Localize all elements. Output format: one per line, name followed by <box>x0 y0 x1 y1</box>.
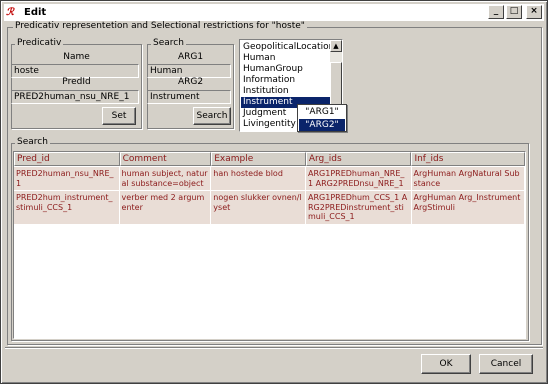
arg1-label: ARG1 <box>177 52 204 62</box>
popup-item-arg2[interactable]: "ARG2" <box>299 119 345 131</box>
app-icon: ℛ <box>6 6 14 18</box>
column-header[interactable]: Comment <box>119 152 212 166</box>
set-button[interactable]: Set <box>102 107 136 125</box>
minimize-button[interactable]: _ <box>488 5 504 19</box>
table-cell: human subject, natural substance=object <box>119 167 211 190</box>
ok-button[interactable]: OK <box>421 354 471 374</box>
cancel-button[interactable]: Cancel <box>479 354 533 374</box>
list-item[interactable]: Institution <box>241 86 331 97</box>
edit-window: ℛ Edit _ □ × Predicativ representetion a… <box>0 0 548 384</box>
maximize-button[interactable]: □ <box>506 5 522 19</box>
arg1-field[interactable]: Human <box>147 64 231 78</box>
close-button[interactable]: × <box>526 5 542 19</box>
scroll-up-icon[interactable]: ▲ <box>330 40 342 52</box>
search-legend: Search <box>151 38 186 48</box>
arg2-field[interactable]: Instrument <box>147 90 231 104</box>
footer-divider <box>5 347 543 349</box>
column-header[interactable]: Inf_ids <box>411 152 525 166</box>
list-item[interactable]: GeopoliticalLocation <box>241 42 334 53</box>
table-cell: nogen slukker ovnen/lyset <box>211 191 305 224</box>
table-cell: ARG1PREDhuman_NRE_1 ARG2PREDnsu_NRE_1 <box>306 167 411 190</box>
predid-label: PredId <box>62 77 91 87</box>
table-cell: PRED2human_nsu_NRE_1 <box>14 167 119 190</box>
name-field[interactable]: hoste <box>11 64 139 78</box>
arg2-label: ARG2 <box>177 77 204 87</box>
arg-popup-menu: "ARG1" "ARG2" <box>297 104 347 132</box>
results-table: Pred_id Comment Example Arg_ids Inf_ids PRED… <box>13 151 526 339</box>
table-cell: han hostede blod <box>211 167 305 190</box>
table-row[interactable]: PRED2hum_instrument_stimuli_CCS_1 verber … <box>14 191 525 224</box>
column-header[interactable]: Arg_ids <box>305 152 412 166</box>
table-cell: verber med 2 argumenter <box>119 191 211 224</box>
predicativ-legend: Predicativ <box>15 38 64 48</box>
search-button[interactable]: Search <box>193 107 231 125</box>
table-cell: PRED2hum_instrument_stimuli_CCS_1 <box>14 191 119 224</box>
name-label: Name <box>63 52 90 62</box>
window-title: Edit <box>24 7 47 18</box>
table-cell: ArgHuman Arg_Instrument ArgStimuli <box>411 191 524 224</box>
column-header[interactable]: Pred_id <box>14 152 120 166</box>
column-header[interactable]: Example <box>211 152 306 166</box>
table-row[interactable]: PRED2human_nsu_NRE_1 human subject, natur… <box>14 167 525 190</box>
title-bar[interactable]: ℛ Edit _ □ × <box>4 4 544 21</box>
popup-item-arg1[interactable]: "ARG1" <box>299 106 345 118</box>
table-cell: ARG1PREDhum_CCS_1 ARG2PREDinstrument_sti… <box>306 191 411 224</box>
outer-group-legend: Predicativ representetion and Selectiona… <box>13 21 307 31</box>
results-legend: Search <box>15 137 50 147</box>
list-item[interactable]: Human <box>241 53 331 64</box>
list-item[interactable]: Information <box>241 75 331 86</box>
table-cell: ArgHuman ArgNatural Substance <box>411 167 524 190</box>
predid-field[interactable]: PRED2human_nsu_NRE_1 <box>11 90 139 104</box>
list-item[interactable]: HumanGroup <box>241 64 331 75</box>
